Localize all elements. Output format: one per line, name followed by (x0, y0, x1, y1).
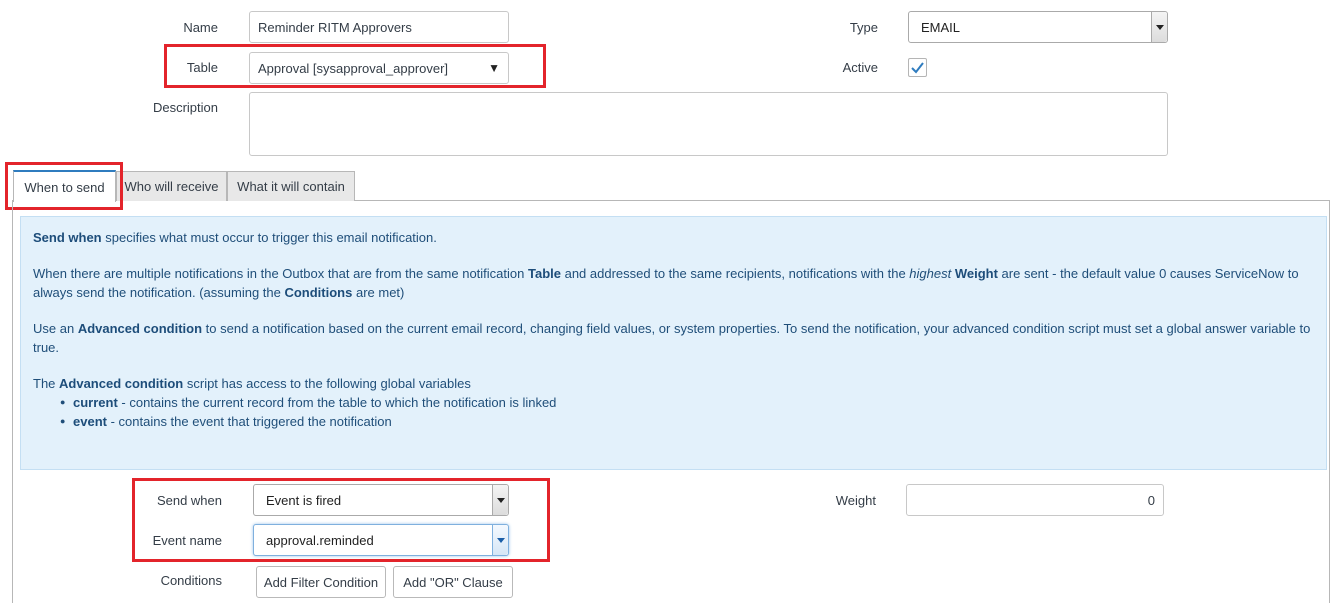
type-label: Type (849, 20, 878, 35)
info-box: Send when specifies what must occur to t… (20, 216, 1327, 470)
add-or-clause-button[interactable]: Add "OR" Clause (393, 566, 513, 598)
tab-what-it-will-contain[interactable]: What it will contain (227, 171, 355, 201)
info-variable-list: current - contains the current record fr… (33, 393, 1314, 431)
info-paragraph-advanced: Use an Advanced condition to send a noti… (33, 321, 1311, 355)
type-select[interactable]: EMAIL (908, 11, 1168, 43)
info-paragraph-variables: The Advanced condition script has access… (33, 376, 471, 391)
checkmark-icon (911, 62, 924, 74)
add-filter-condition-button[interactable]: Add Filter Condition (256, 566, 386, 598)
active-checkbox[interactable] (908, 58, 927, 77)
tab-who-will-receive[interactable]: Who will receive (116, 171, 227, 201)
weight-label: Weight (835, 493, 876, 508)
description-label: Description (152, 100, 218, 115)
name-input[interactable]: Reminder RITM Approvers (249, 11, 509, 43)
conditions-label: Conditions (160, 573, 222, 588)
table-highlight-box (164, 44, 546, 88)
list-item: current - contains the current record fr… (60, 393, 1314, 412)
type-select-value: EMAIL (921, 19, 961, 35)
description-textarea[interactable] (249, 92, 1168, 156)
list-item: event - contains the event that triggere… (60, 412, 1314, 431)
active-label: Active (842, 60, 878, 75)
info-paragraph-send-when: Send when specifies what must occur to t… (33, 230, 437, 245)
info-paragraph-weight: When there are multiple notifications in… (33, 266, 1299, 300)
send-when-highlight-box (132, 478, 550, 562)
weight-input[interactable]: 0 (906, 484, 1164, 516)
dropdown-arrow-icon (1151, 12, 1167, 42)
name-label: Name (183, 20, 218, 35)
